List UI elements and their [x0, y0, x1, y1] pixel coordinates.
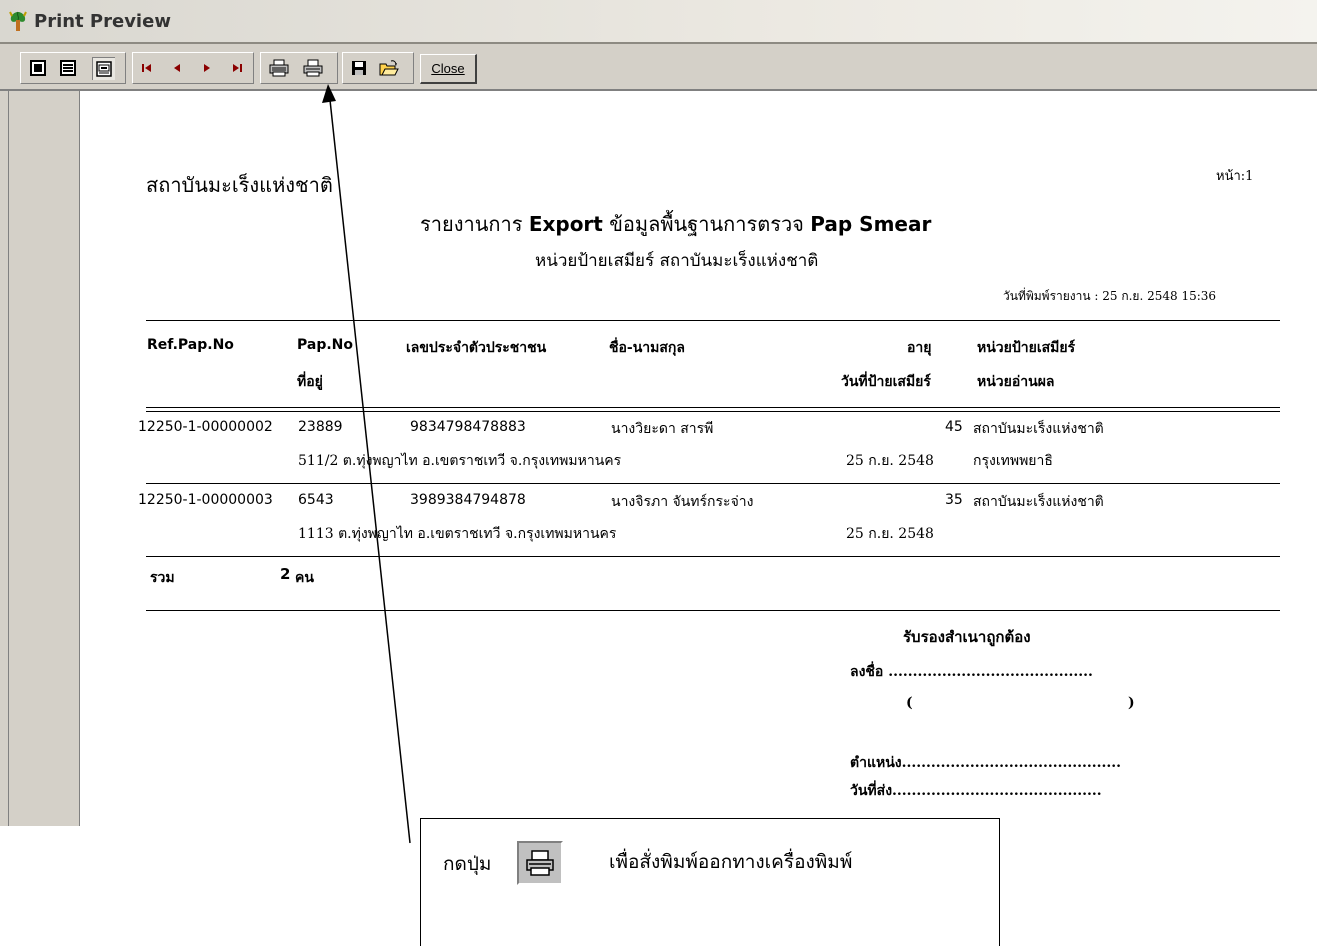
pointer-arrow: [322, 84, 411, 844]
